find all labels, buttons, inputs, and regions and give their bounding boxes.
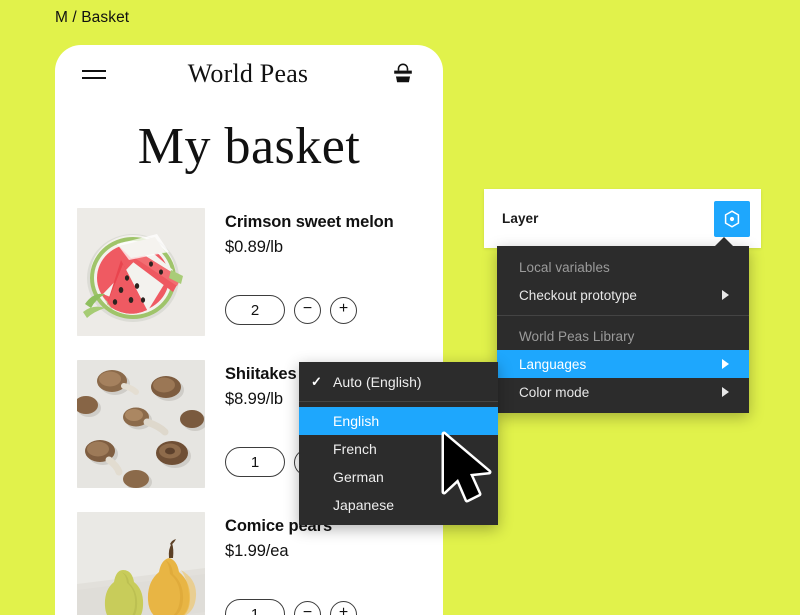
menu-item-label: Checkout prototype — [519, 287, 637, 303]
language-label: English — [333, 413, 380, 429]
quantity-decrement-button[interactable]: − — [294, 296, 321, 324]
language-label: German — [333, 469, 384, 485]
menu-item-label: World Peas Library — [519, 328, 635, 344]
quantity-increment-button[interactable]: + — [330, 600, 357, 615]
list-item[interactable]: Crimson sweet melon $0.89/lb 2 − + — [77, 208, 421, 336]
page-title: My basket — [137, 118, 361, 175]
basket-icon[interactable] — [390, 61, 416, 87]
menu-section-local-variables: Local variables — [497, 253, 749, 281]
quantity-value[interactable]: 1 — [225, 447, 285, 477]
product-price: $0.89/lb — [225, 238, 283, 256]
language-option-japanese[interactable]: Japanese — [299, 491, 498, 519]
app-header: World Peas — [55, 45, 443, 103]
variables-hexagon-icon — [724, 209, 740, 228]
hamburger-menu-icon[interactable] — [82, 67, 106, 81]
brand-title: World Peas — [187, 59, 309, 88]
menu-item-color-mode[interactable]: Color mode — [497, 378, 749, 406]
product-image-shiitakes — [77, 360, 205, 488]
menu-item-checkout-prototype[interactable]: Checkout prototype — [497, 281, 749, 309]
context-menu: Local variables Checkout prototype World… — [497, 237, 749, 413]
chevron-right-icon — [722, 359, 729, 369]
product-info: Comice pears $1.99/ea 1 − + — [225, 512, 421, 615]
menu-section-world-peas-library: World Peas Library — [497, 322, 749, 350]
quantity-decrement-button[interactable]: − — [294, 600, 321, 615]
product-image-watermelon — [77, 208, 205, 336]
language-label: Auto (English) — [333, 374, 422, 390]
quantity-value[interactable]: 1 — [225, 599, 285, 615]
chevron-right-icon — [722, 290, 729, 300]
language-option-auto[interactable]: Auto (English) — [299, 368, 498, 396]
quantity-stepper: 1 − + — [225, 599, 421, 615]
language-option-english[interactable]: English — [299, 407, 498, 435]
quantity-stepper: 2 − + — [225, 295, 421, 325]
menu-pointer-arrow — [714, 237, 734, 247]
menu-item-label: Color mode — [519, 384, 590, 400]
breadcrumb: M / Basket — [55, 9, 130, 26]
language-label: Japanese — [333, 497, 395, 513]
menu-item-languages[interactable]: Languages — [497, 350, 749, 378]
product-price: $1.99/ea — [225, 542, 289, 560]
menu-divider — [497, 315, 749, 316]
chevron-right-icon — [722, 387, 729, 397]
menu-item-label: Languages — [519, 356, 587, 372]
list-item[interactable]: Comice pears $1.99/ea 1 − + — [77, 512, 421, 615]
menu-divider — [299, 401, 498, 402]
language-option-french[interactable]: French — [299, 435, 498, 463]
menu-item-label: Local variables — [519, 259, 610, 275]
screenshot-canvas: M / Basket World Peas My basket Crimson … — [0, 0, 800, 615]
quantity-value[interactable]: 2 — [225, 295, 285, 325]
product-info: Crimson sweet melon $0.89/lb 2 − + — [225, 208, 421, 336]
variables-button[interactable] — [714, 200, 750, 237]
language-option-german[interactable]: German — [299, 463, 498, 491]
phone-mockup: World Peas My basket Crimson sweet melon… — [55, 45, 443, 615]
language-label: French — [333, 441, 377, 457]
product-name: Crimson sweet melon — [225, 213, 394, 231]
quantity-increment-button[interactable]: + — [330, 296, 357, 324]
layer-panel-title: Layer — [502, 211, 539, 226]
language-submenu: Auto (English) English French German Jap… — [299, 362, 498, 525]
product-image-pears — [77, 512, 205, 615]
